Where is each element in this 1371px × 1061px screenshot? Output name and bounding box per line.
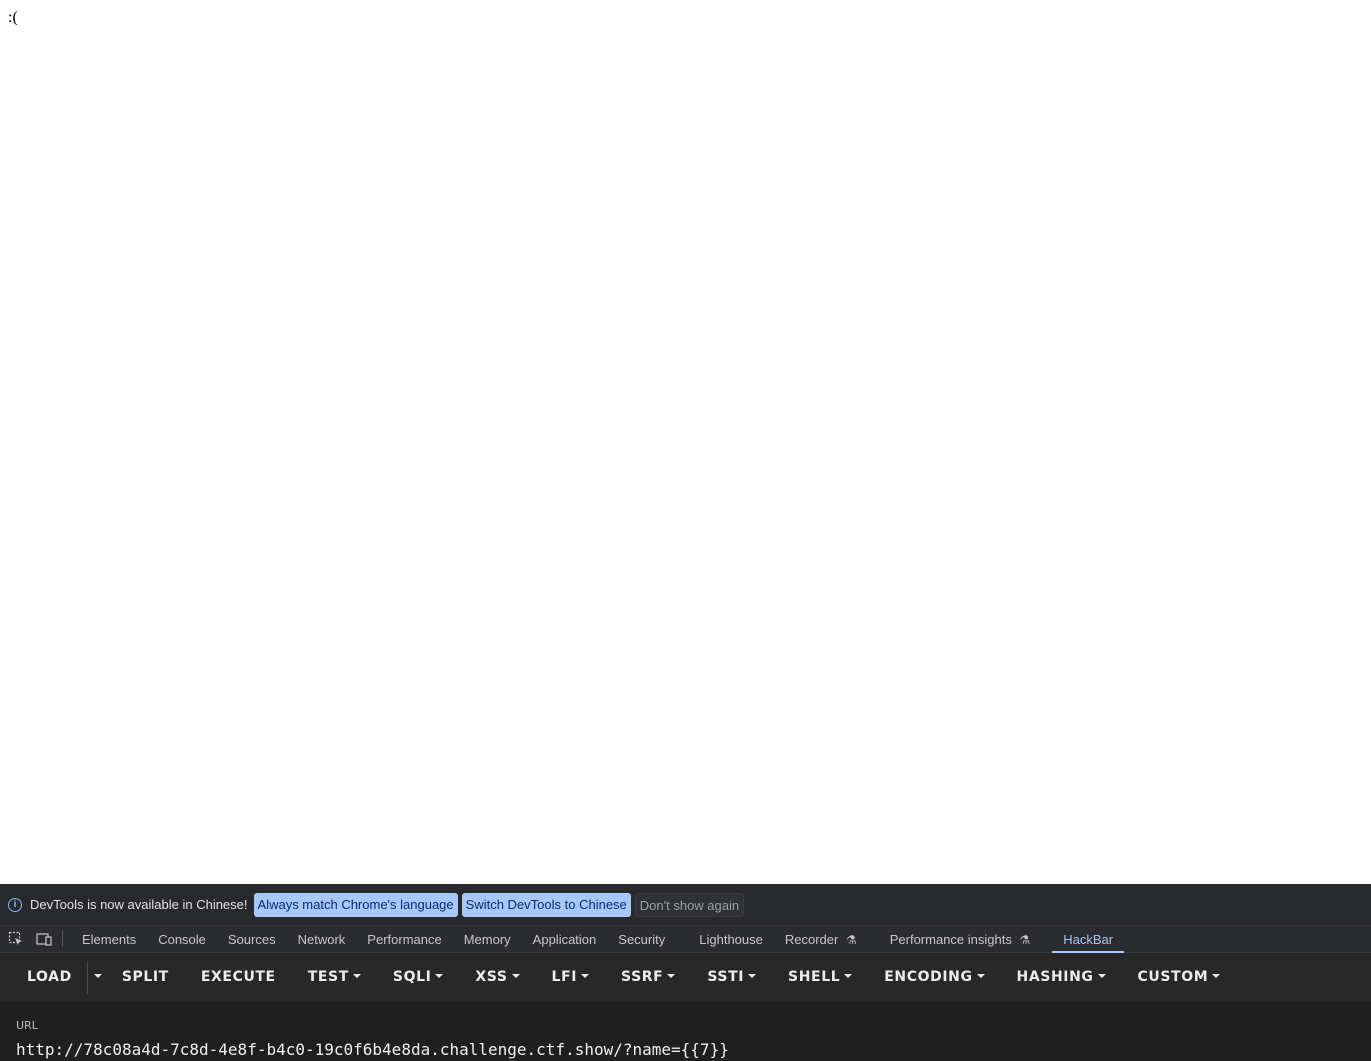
page-content: :(	[0, 0, 1371, 884]
shell-menu-button[interactable]: SHELL	[772, 953, 868, 1002]
tab-performance-insights[interactable]: Performance insights ⚗	[890, 926, 1031, 953]
custom-menu-label: CUSTOM	[1137, 969, 1209, 985]
ssrf-menu-label: SSRF	[621, 969, 664, 985]
always-match-language-button[interactable]: Always match Chrome's language	[253, 892, 458, 917]
page-body-text: :(	[8, 9, 18, 26]
tab-console[interactable]: Console	[158, 926, 206, 953]
url-label: URL	[16, 1019, 38, 1032]
xss-menu-button[interactable]: XSS	[459, 953, 535, 1002]
tab-recorder-label: Recorder	[784, 931, 839, 947]
tab-network[interactable]: Network	[298, 926, 346, 953]
dont-show-again-button[interactable]: Don't show again	[634, 892, 745, 917]
hashing-menu-label: HASHING	[1016, 969, 1094, 985]
chevron-down-icon	[667, 974, 676, 978]
tab-hackbar[interactable]: HackBar	[1052, 926, 1124, 953]
ssti-menu-button[interactable]: SSTI	[691, 953, 772, 1002]
devtools-tab-bar: Elements Console Sources Network Perform…	[0, 926, 1371, 953]
hackbar-body: URL	[0, 1002, 1371, 1061]
split-button[interactable]: SPLIT	[108, 953, 185, 1002]
encoding-menu-button[interactable]: ENCODING	[868, 953, 1000, 1002]
sqli-menu-button[interactable]: SQLI	[377, 953, 460, 1002]
tab-memory[interactable]: Memory	[464, 926, 511, 953]
tab-recorder[interactable]: Recorder ⚗	[785, 926, 857, 953]
chevron-down-icon	[581, 974, 590, 978]
experimental-flask-icon: ⚗	[845, 932, 857, 947]
load-button[interactable]: LOAD	[0, 953, 87, 1002]
url-input[interactable]	[16, 1039, 1356, 1061]
tab-application[interactable]: Application	[533, 926, 597, 953]
chevron-down-icon	[748, 974, 757, 978]
language-infobar: i DevTools is now available in Chinese! …	[0, 884, 1371, 926]
tab-lighthouse[interactable]: Lighthouse	[699, 926, 763, 953]
sqli-menu-label: SQLI	[392, 969, 432, 985]
test-menu-label: TEST	[307, 969, 349, 985]
inspect-element-icon[interactable]	[8, 931, 24, 947]
execute-button[interactable]: EXECUTE	[185, 953, 292, 1002]
chevron-down-icon	[93, 974, 102, 978]
ssrf-menu-button[interactable]: SSRF	[605, 953, 691, 1002]
tab-performance[interactable]: Performance	[367, 926, 441, 953]
chevron-down-icon	[1097, 974, 1106, 978]
chevron-down-icon	[976, 974, 985, 978]
info-icon: i	[8, 897, 22, 912]
tab-security[interactable]: Security	[618, 926, 665, 953]
tab-elements[interactable]: Elements	[82, 926, 136, 953]
lfi-menu-label: LFI	[551, 969, 578, 985]
chevron-down-icon	[352, 974, 361, 978]
chevron-down-icon	[511, 974, 520, 978]
chevron-down-icon	[844, 974, 853, 978]
device-toolbar-icon[interactable]	[36, 931, 52, 947]
custom-menu-button[interactable]: CUSTOM	[1122, 953, 1237, 1002]
tab-sources[interactable]: Sources	[228, 926, 276, 953]
infobar-message: DevTools is now available in Chinese!	[30, 897, 248, 912]
tab-performance-insights-label: Performance insights	[889, 931, 1012, 947]
shell-menu-label: SHELL	[788, 969, 841, 985]
chevron-down-icon	[1212, 974, 1221, 978]
hackbar-toolbar: LOAD SPLIT EXECUTE TEST SQLI XSS LFI SSR…	[0, 953, 1371, 1002]
encoding-menu-label: ENCODING	[884, 969, 973, 985]
ssti-menu-label: SSTI	[707, 969, 745, 985]
test-menu-button[interactable]: TEST	[292, 953, 377, 1002]
switch-to-chinese-button[interactable]: Switch DevTools to Chinese	[461, 892, 631, 917]
xss-menu-label: XSS	[475, 969, 508, 985]
lfi-menu-button[interactable]: LFI	[536, 953, 606, 1002]
devtools-panel: i DevTools is now available in Chinese! …	[0, 884, 1371, 1061]
tab-bar-divider	[62, 931, 63, 947]
experimental-flask-icon: ⚗	[1019, 932, 1031, 947]
hashing-menu-button[interactable]: HASHING	[1001, 953, 1122, 1002]
load-dropdown-button[interactable]	[88, 953, 108, 1002]
chevron-down-icon	[435, 974, 444, 978]
